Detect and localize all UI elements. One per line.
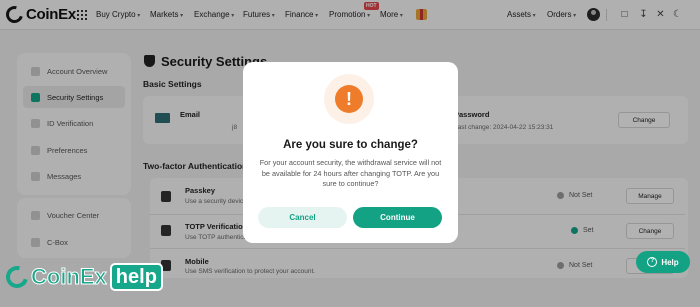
coinex-help-watermark: CoinEx help [1,261,163,293]
watermark-help: help [109,263,163,291]
continue-button[interactable]: Continue [353,207,442,228]
cancel-button[interactable]: Cancel [258,207,347,228]
dialog-title: Are you sure to change? [283,139,418,151]
warning-icon: ! [335,85,363,113]
dialog-message: For your account security, the withdrawa… [259,158,442,188]
watermark-text: CoinEx [31,264,108,290]
confirm-dialog: ! Are you sure to change? For your accou… [243,62,458,243]
warning-icon-ring: ! [324,74,374,124]
help-label: Help [661,257,679,267]
help-icon: ? [647,257,658,267]
help-button[interactable]: ? Help [636,251,690,273]
coinex-logo-icon [1,261,33,293]
